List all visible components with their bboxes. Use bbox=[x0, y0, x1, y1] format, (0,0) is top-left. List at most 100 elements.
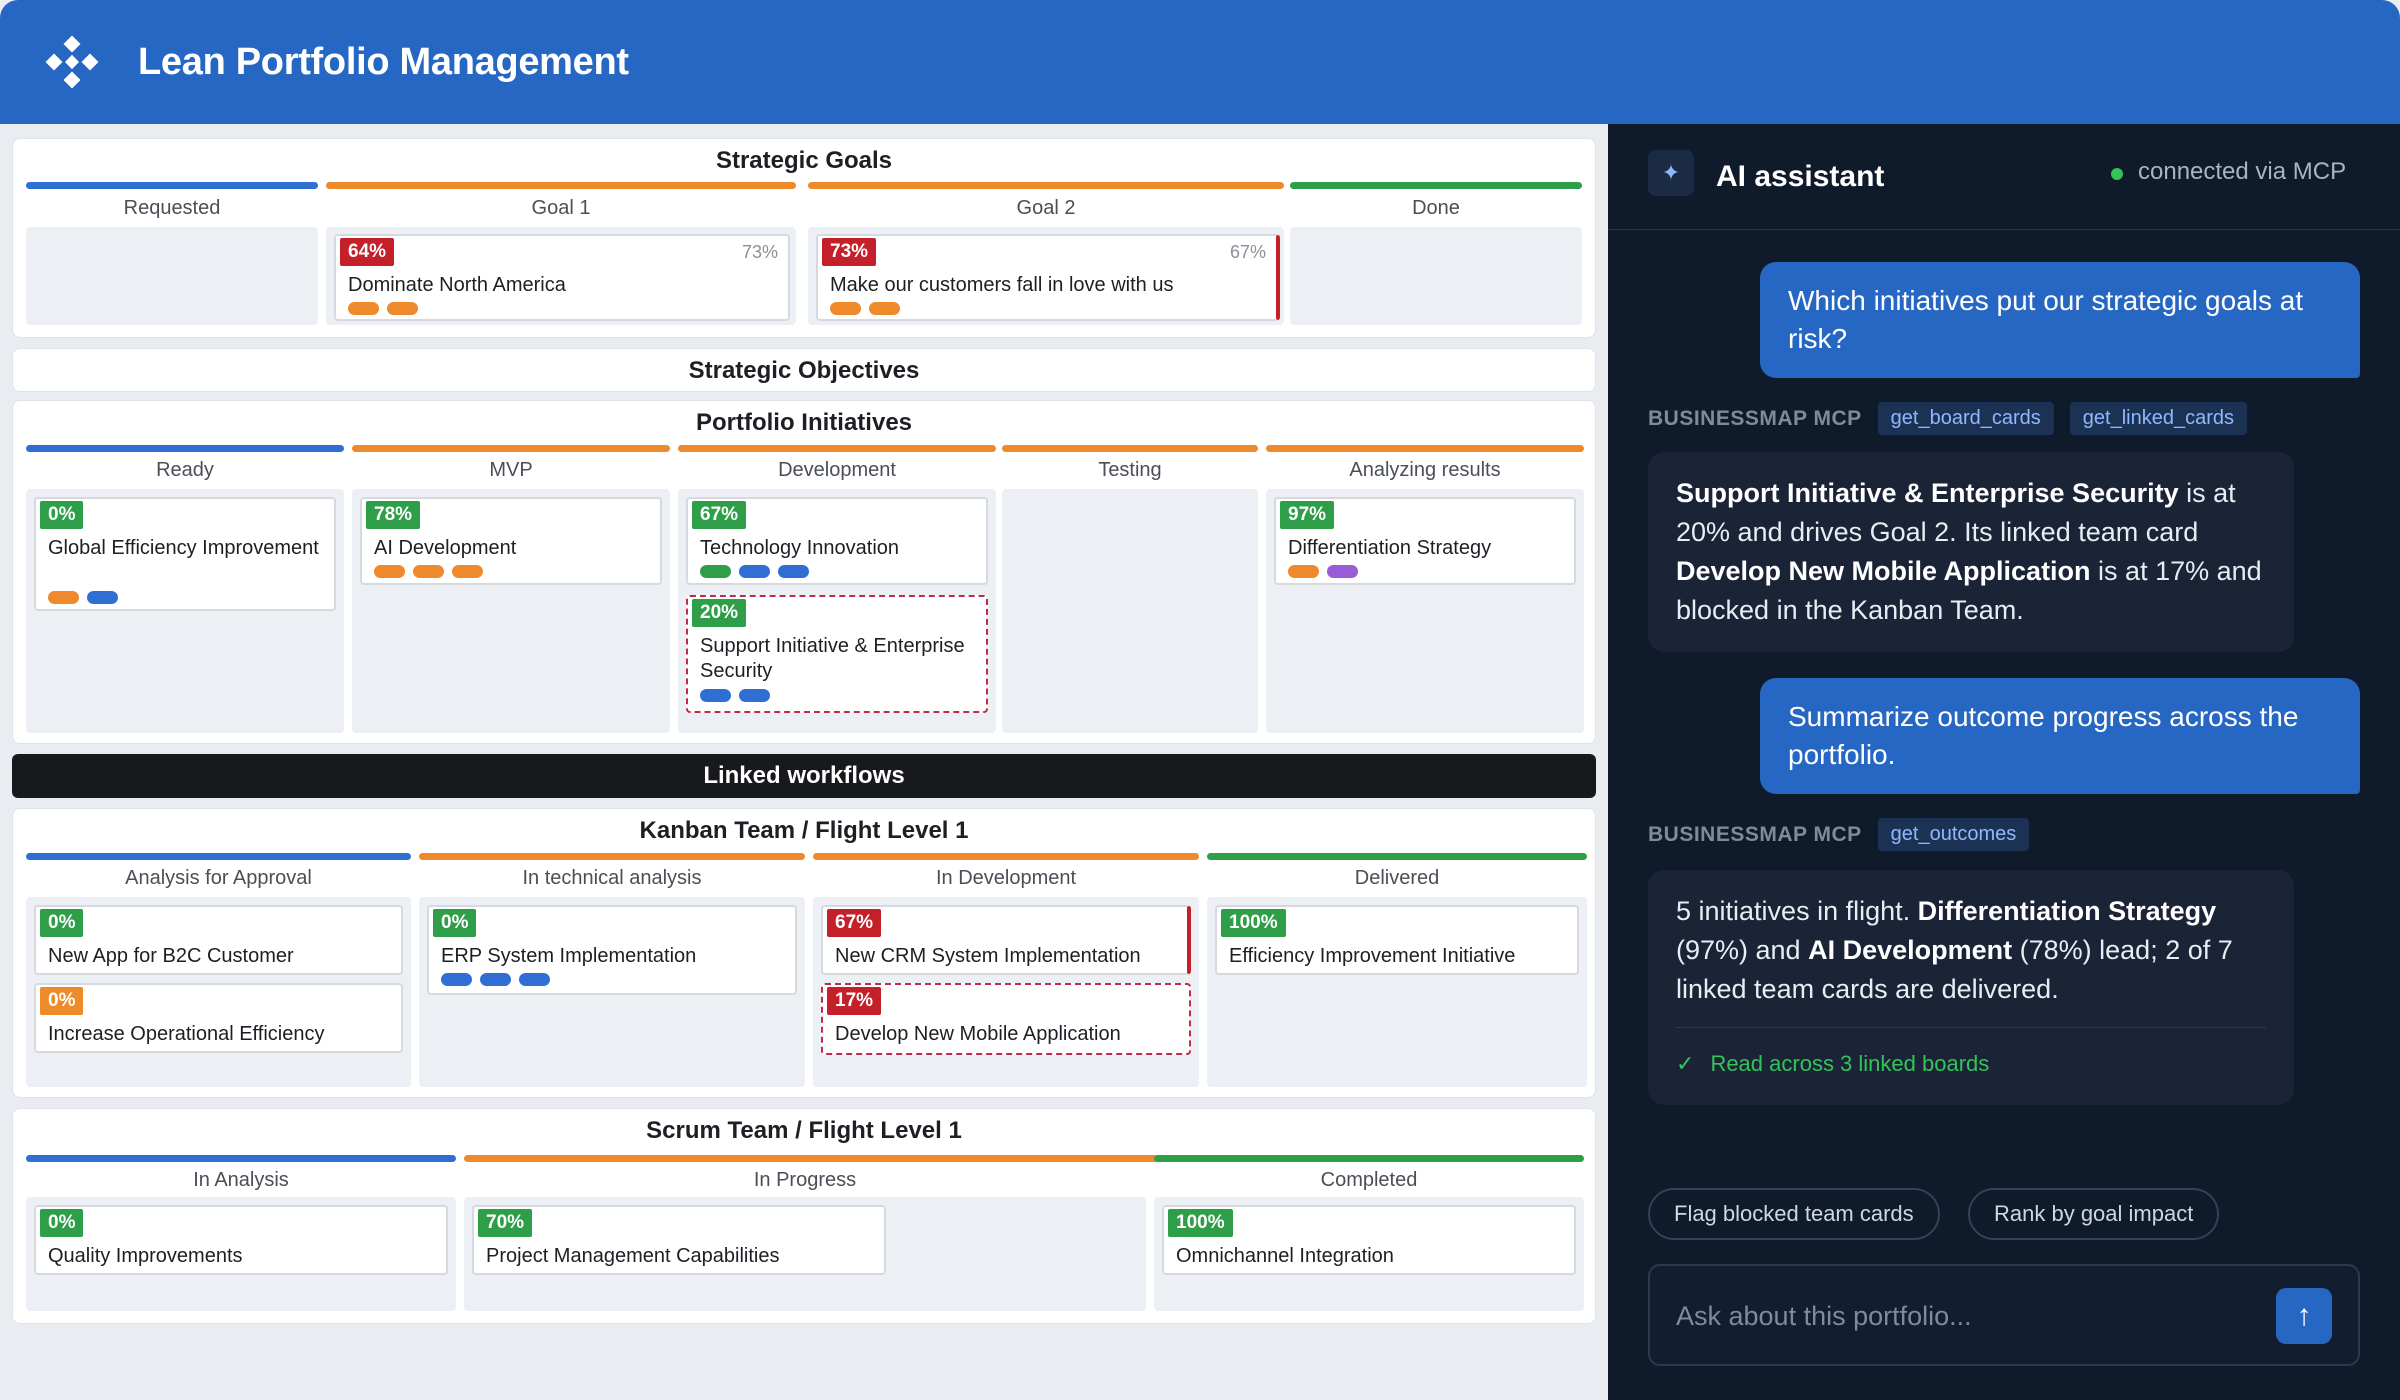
column-bar bbox=[1266, 445, 1584, 452]
initiative-card-technology-innovation[interactable]: 67% Technology Innovation bbox=[686, 497, 988, 585]
column-bar bbox=[26, 1155, 456, 1162]
card-title: ERP System Implementation bbox=[441, 945, 697, 967]
column-header-in-technical-analysis: In technical analysis bbox=[522, 867, 702, 889]
progress-badge: 78% bbox=[366, 501, 421, 529]
card-title: Increase Operational Efficiency bbox=[48, 1023, 325, 1045]
column-header-completed: Completed bbox=[1320, 1169, 1418, 1191]
arrow-up-icon[interactable]: ↑ bbox=[2276, 1288, 2332, 1344]
chat-input[interactable] bbox=[1676, 1296, 2236, 1336]
kanban-team-panel: Kanban Team / Flight Level 1 Analysis fo… bbox=[12, 808, 1596, 1098]
progress-badge: 70% bbox=[478, 1209, 533, 1237]
message-body: 5 initiatives in flight. Differentiation… bbox=[1676, 892, 2266, 1009]
linked-tags bbox=[441, 973, 550, 986]
team-card-project-management[interactable]: 70% Project Management Capabilities bbox=[472, 1205, 886, 1275]
tool-source-label: BUSINESSMAP MCP bbox=[1648, 822, 1862, 846]
progress-badge: 100% bbox=[1168, 1209, 1233, 1237]
column-header-delivered: Delivered bbox=[1354, 867, 1440, 889]
goal-card-customers-love[interactable]: 73% 67% Make our customers fall in love … bbox=[816, 234, 1280, 321]
strategic-objectives-panel[interactable]: Strategic Objectives bbox=[12, 348, 1596, 392]
card-title: Global Efficiency Improvement bbox=[48, 537, 319, 559]
lane-testing bbox=[1002, 489, 1258, 733]
card-title: Quality Improvements bbox=[48, 1245, 243, 1267]
initiative-card-support-enterprise-security[interactable]: 20% Support Initiative & Enterprise Secu… bbox=[686, 595, 988, 713]
progress-badge: 17% bbox=[827, 987, 882, 1015]
column-bar bbox=[326, 182, 796, 189]
column-header-in-development: In Development bbox=[935, 867, 1077, 889]
card-title: Omnichannel Integration bbox=[1176, 1245, 1394, 1267]
secondary-percent: 67% bbox=[1229, 242, 1266, 262]
user-message: Summarize outcome progress across the po… bbox=[1760, 678, 2360, 794]
progress-badge: 97% bbox=[1280, 501, 1335, 529]
linked-tags bbox=[1288, 565, 1358, 578]
tool-call-row: BUSINESSMAP MCP get_outcomes bbox=[1648, 818, 2030, 851]
card-title: Make our customers fall in love with us bbox=[830, 274, 1174, 296]
team-card-efficiency-improvement[interactable]: 100% Efficiency Improvement Initiative bbox=[1215, 905, 1579, 975]
column-header-analyzing-results: Analyzing results bbox=[1349, 459, 1501, 481]
assistant-message: 5 initiatives in flight. Differentiation… bbox=[1648, 870, 2294, 1105]
progress-badge: 73% bbox=[822, 238, 877, 266]
linked-tags bbox=[348, 302, 418, 315]
team-card-operational-efficiency[interactable]: 0% Increase Operational Efficiency bbox=[34, 983, 403, 1053]
team-card-mobile-application[interactable]: 17% Develop New Mobile Application bbox=[821, 983, 1191, 1055]
progress-badge: 0% bbox=[40, 909, 84, 937]
bold-text: Differentiation Strategy bbox=[1917, 896, 2217, 926]
message-text: (97%) and bbox=[1676, 935, 1809, 965]
initiative-card-differentiation-strategy[interactable]: 97% Differentiation Strategy bbox=[1274, 497, 1576, 585]
column-bar bbox=[26, 182, 318, 189]
column-bar bbox=[813, 853, 1199, 860]
column-bar bbox=[808, 182, 1284, 189]
tool-chip[interactable]: get_outcomes bbox=[1877, 818, 2030, 851]
scrum-team-panel: Scrum Team / Flight Level 1 In Analysis … bbox=[12, 1108, 1596, 1324]
progress-badge: 20% bbox=[692, 599, 747, 627]
progress-badge: 0% bbox=[433, 909, 477, 937]
tool-chip[interactable]: get_linked_cards bbox=[2069, 402, 2247, 435]
column-header-ready: Ready bbox=[156, 459, 214, 481]
column-bar bbox=[678, 445, 996, 452]
checkmark-icon: ✓ bbox=[1676, 1051, 1695, 1076]
strategic-objectives-title: Strategic Objectives bbox=[688, 357, 920, 384]
card-title: New CRM System Implementation bbox=[835, 945, 1141, 967]
column-header-requested: Requested bbox=[123, 197, 221, 219]
connection-status: connected via MCP bbox=[2138, 158, 2347, 185]
assistant-header: ✦ AI assistant connected via MCP bbox=[1608, 124, 2400, 230]
column-header-goal-2: Goal 2 bbox=[1016, 197, 1076, 219]
tool-chip[interactable]: get_board_cards bbox=[1877, 402, 2054, 435]
progress-badge: 67% bbox=[692, 501, 747, 529]
suggestion-flag-blocked[interactable]: Flag blocked team cards bbox=[1648, 1188, 1940, 1240]
ai-assistant-panel: ✦ AI assistant connected via MCP Which i… bbox=[1608, 124, 2400, 1400]
secondary-percent: 73% bbox=[741, 242, 778, 262]
bold-text: AI Development bbox=[1808, 935, 2013, 965]
team-card-crm-system[interactable]: 67% New CRM System Implementation bbox=[821, 905, 1191, 975]
column-bar bbox=[419, 853, 805, 860]
read-status: ✓ Read across 3 linked boards bbox=[1676, 1027, 2266, 1083]
lane-requested bbox=[26, 227, 318, 325]
portfolio-board: Strategic Goals Requested Goal 1 Goal 2 … bbox=[0, 124, 1608, 1400]
initiative-card-ai-development[interactable]: 78% AI Development bbox=[360, 497, 662, 585]
initiative-card-global-efficiency[interactable]: 0% Global Efficiency Improvement bbox=[34, 497, 336, 611]
team-card-erp-system[interactable]: 0% ERP System Implementation bbox=[427, 905, 797, 995]
kanban-team-title: Kanban Team / Flight Level 1 bbox=[639, 817, 969, 844]
progress-badge: 0% bbox=[40, 987, 84, 1015]
portfolio-initiatives-panel: Portfolio Initiatives Ready MVP Developm… bbox=[12, 400, 1596, 744]
bold-text: Support Initiative & Enterprise Security bbox=[1676, 478, 2179, 508]
card-title: New App for B2C Customer bbox=[48, 945, 294, 967]
team-card-omnichannel-integration[interactable]: 100% Omnichannel Integration bbox=[1162, 1205, 1576, 1275]
tool-source-label: BUSINESSMAP MCP bbox=[1648, 406, 1862, 430]
chat-input-box: ↑ bbox=[1648, 1264, 2360, 1366]
team-card-quality-improvements[interactable]: 0% Quality Improvements bbox=[34, 1205, 448, 1275]
team-card-new-app-b2c[interactable]: 0% New App for B2C Customer bbox=[34, 905, 403, 975]
card-title: Develop New Mobile Application bbox=[835, 1023, 1121, 1045]
linked-tags bbox=[48, 591, 118, 604]
column-header-development: Development bbox=[778, 459, 896, 481]
progress-badge: 0% bbox=[40, 501, 84, 529]
column-bar bbox=[352, 445, 670, 452]
column-bar bbox=[26, 853, 411, 860]
column-header-goal-1: Goal 1 bbox=[531, 197, 591, 219]
column-header-in-analysis: In Analysis bbox=[193, 1169, 289, 1191]
read-status-text: Read across 3 linked boards bbox=[1710, 1051, 1990, 1076]
app-title: Lean Portfolio Management bbox=[138, 40, 629, 83]
progress-badge: 64% bbox=[340, 238, 395, 266]
goal-card-dominate-north-america[interactable]: 64% 73% Dominate North America bbox=[334, 234, 790, 321]
assistant-message: Support Initiative & Enterprise Security… bbox=[1648, 452, 2294, 652]
suggestion-rank-goal-impact[interactable]: Rank by goal impact bbox=[1968, 1188, 2220, 1240]
